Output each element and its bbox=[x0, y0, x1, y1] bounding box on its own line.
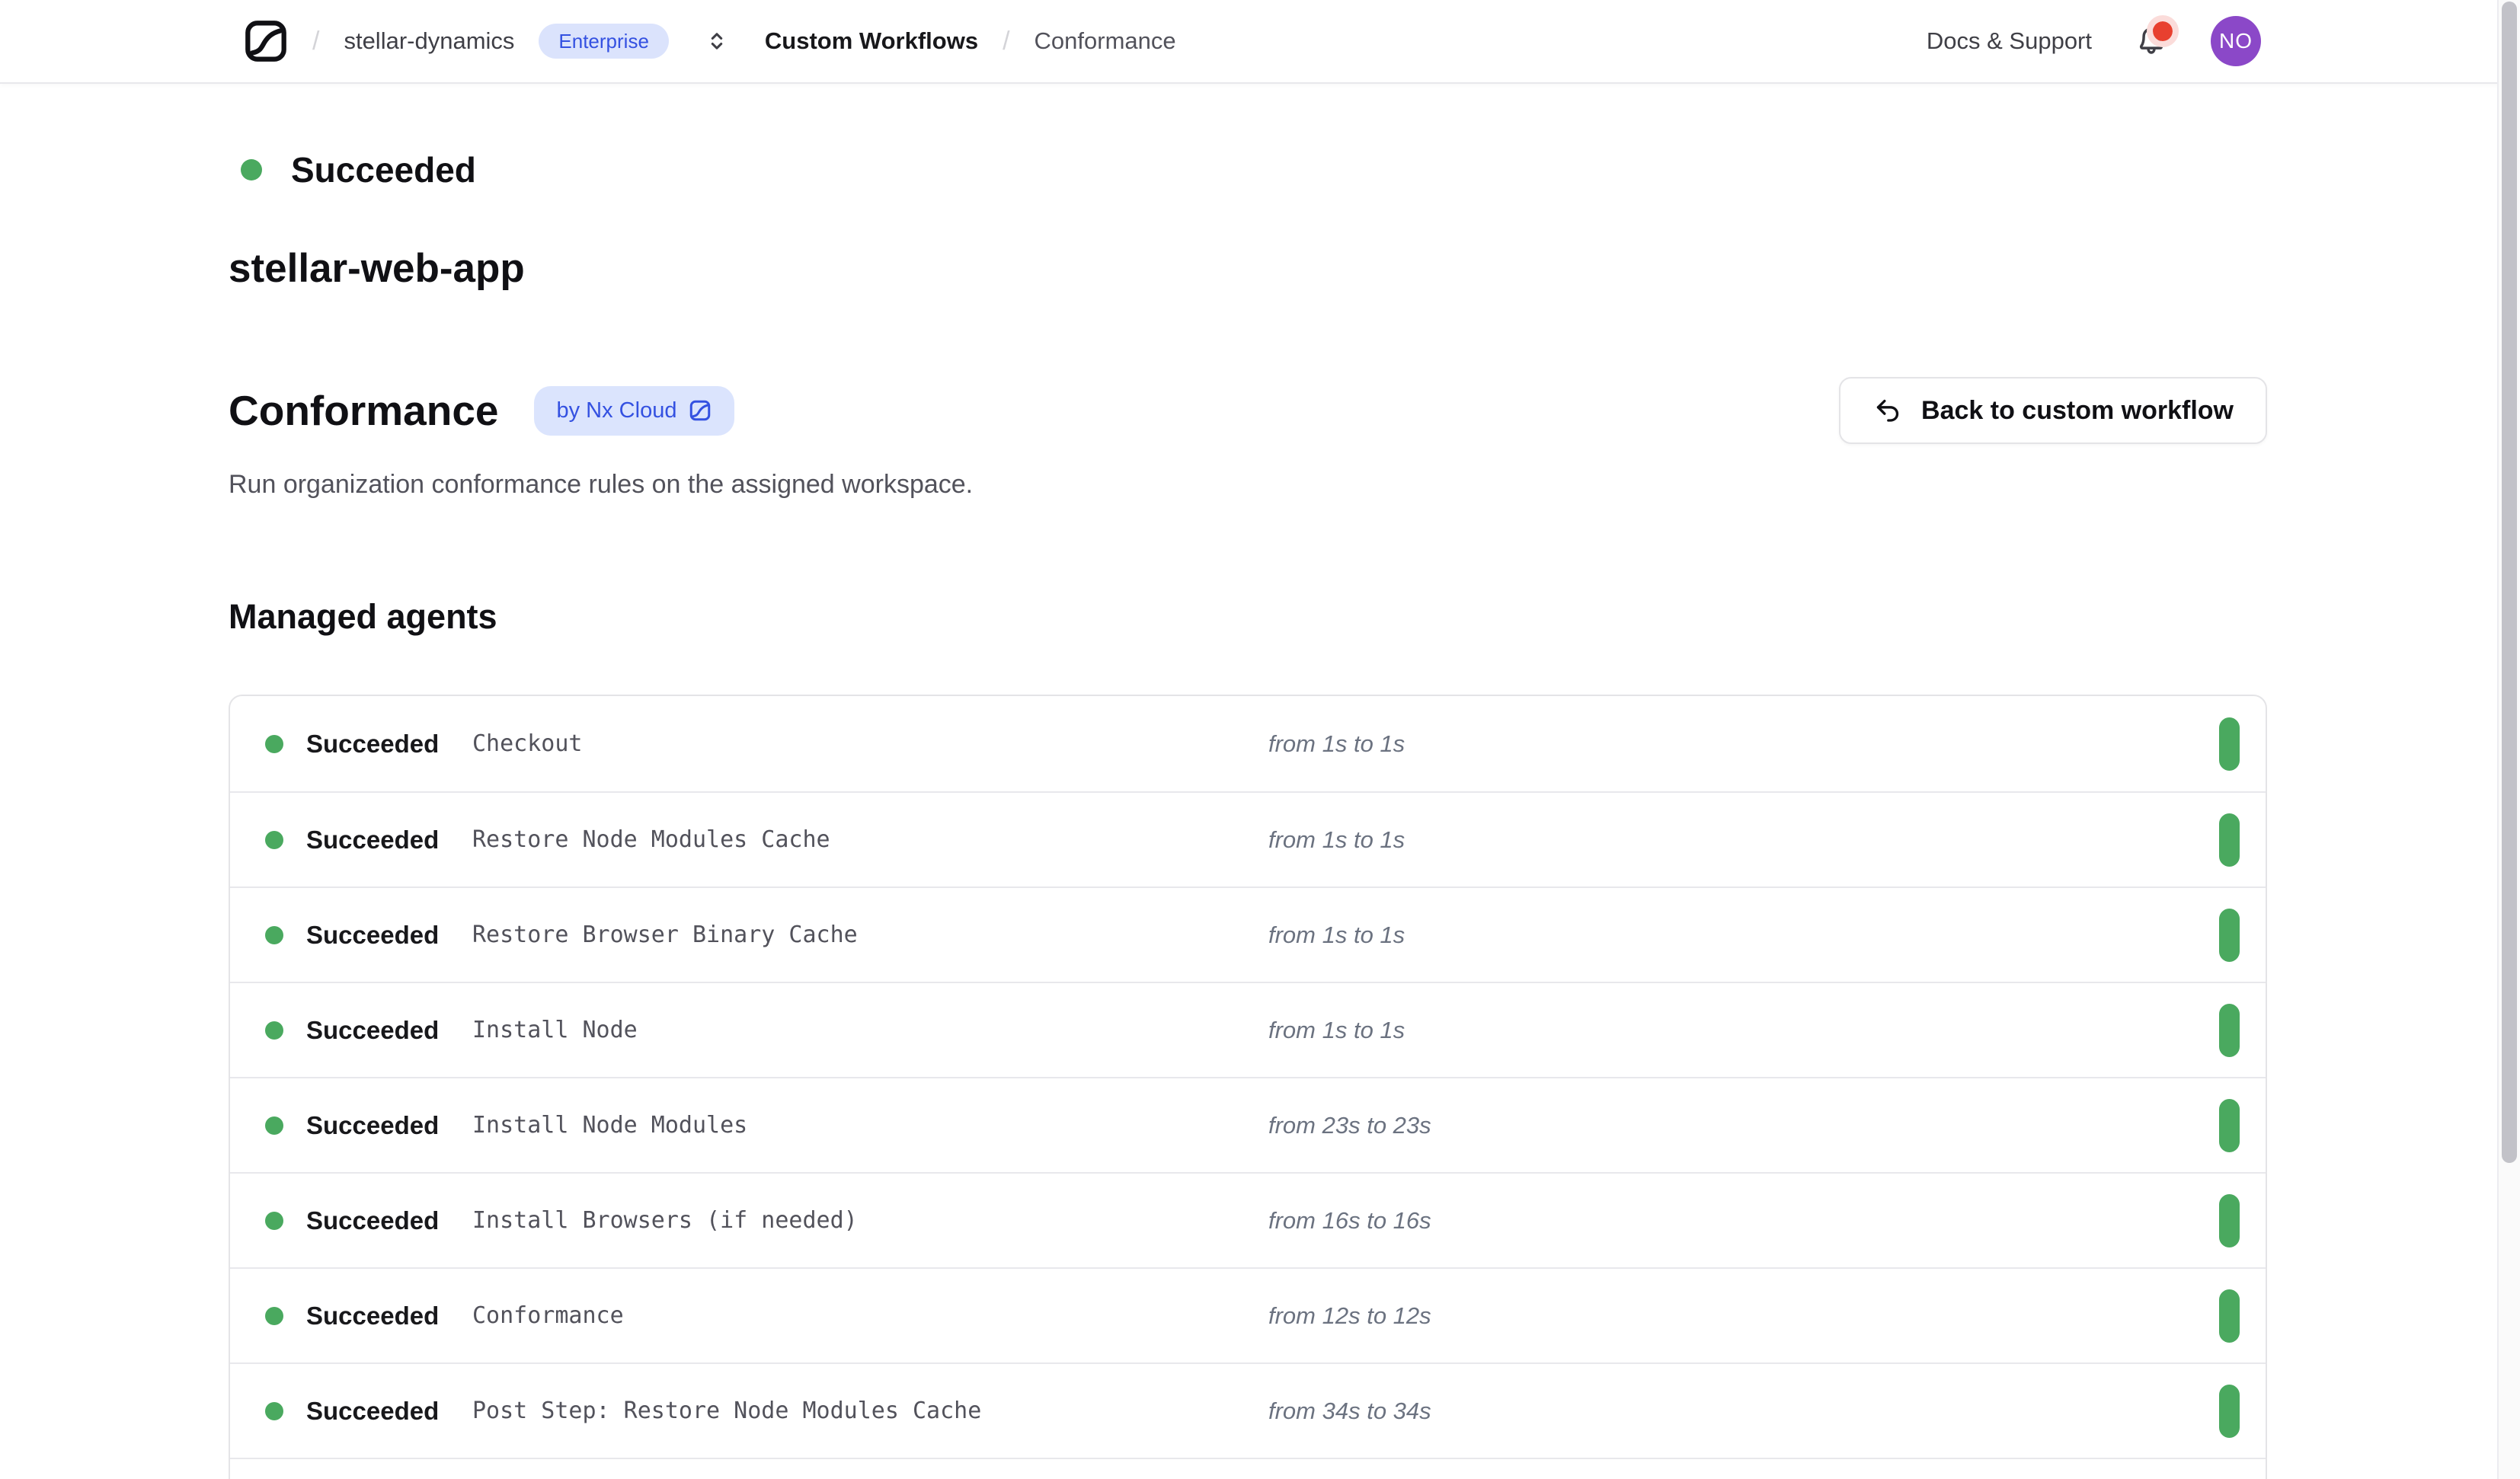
agent-step-row[interactable]: Succeeded Checkout from 1s to 1s bbox=[230, 696, 2266, 791]
enterprise-badge: Enterprise bbox=[539, 24, 669, 59]
agent-step-row[interactable]: Succeeded Post Step: Restore Node Module… bbox=[230, 1362, 2266, 1458]
page: / stellar-dynamics Enterprise Custom Wor… bbox=[0, 0, 2520, 1479]
breadcrumb: / stellar-dynamics Enterprise Custom Wor… bbox=[244, 19, 1176, 63]
agent-step-row[interactable]: Succeeded Install Node from 1s to 1s bbox=[230, 982, 2266, 1077]
row-timing: from 1s to 1s bbox=[1268, 922, 2219, 949]
row-success-dot bbox=[265, 1307, 283, 1325]
row-timing: from 23s to 23s bbox=[1268, 1112, 2219, 1139]
row-timing: from 1s to 1s bbox=[1268, 1017, 2219, 1044]
row-status: Succeeded bbox=[265, 1206, 472, 1235]
workflow-status: Succeeded bbox=[241, 149, 2267, 190]
row-duration-bar bbox=[2219, 1385, 2240, 1438]
row-duration-bar bbox=[2219, 1289, 2240, 1343]
by-nx-cloud-label: by Nx Cloud bbox=[557, 398, 677, 423]
row-success-dot bbox=[265, 735, 283, 753]
main-content: Succeeded stellar-web-app Conformance by… bbox=[0, 84, 2520, 1479]
row-duration-bar bbox=[2219, 1099, 2240, 1152]
row-status: Succeeded bbox=[265, 1016, 472, 1045]
agent-step-row[interactable]: Succeeded Install Node Modules from 23s … bbox=[230, 1077, 2266, 1172]
nx-cloud-logo-icon bbox=[244, 19, 288, 63]
row-timing: from 1s to 1s bbox=[1268, 826, 2219, 854]
notifications-button[interactable] bbox=[2135, 24, 2168, 58]
row-timing: from 16s to 16s bbox=[1268, 1207, 2219, 1235]
row-status: Succeeded bbox=[265, 730, 472, 759]
row-status-label: Succeeded bbox=[306, 826, 439, 854]
nx-cloud-mini-logo-icon bbox=[689, 399, 712, 422]
row-status: Succeeded bbox=[265, 826, 472, 854]
row-success-dot bbox=[265, 831, 283, 849]
status-success-dot bbox=[241, 159, 262, 180]
chevron-up-down-icon bbox=[704, 28, 730, 54]
row-status-label: Succeeded bbox=[306, 921, 439, 950]
org-switcher-button[interactable] bbox=[704, 28, 730, 54]
header-right: Docs & Support NO bbox=[1927, 16, 2465, 66]
row-status-label: Succeeded bbox=[306, 1397, 439, 1426]
row-timing: from 1s to 1s bbox=[1268, 730, 2219, 758]
scrollbar-thumb[interactable] bbox=[2502, 2, 2517, 1163]
back-to-custom-workflow-button[interactable]: Back to custom workflow bbox=[1839, 377, 2267, 444]
conformance-header-row: Conformance by Nx Cloud Back to custom w… bbox=[229, 377, 2267, 444]
row-status: Succeeded bbox=[265, 1397, 472, 1426]
row-task-name: Post Step: Restore Node Modules Cache bbox=[472, 1398, 1268, 1424]
section-description: Run organization conformance rules on th… bbox=[229, 470, 2267, 500]
row-success-dot bbox=[265, 1402, 283, 1420]
status-label: Succeeded bbox=[291, 149, 476, 190]
row-duration-bar bbox=[2219, 909, 2240, 962]
row-task-name: Install Node Modules bbox=[472, 1112, 1268, 1139]
conformance-title-group: Conformance by Nx Cloud bbox=[229, 386, 734, 436]
row-status-label: Succeeded bbox=[306, 1016, 439, 1045]
row-task-name: Restore Node Modules Cache bbox=[472, 826, 1268, 853]
nx-cloud-logo[interactable] bbox=[244, 19, 288, 63]
workspace-title: stellar-web-app bbox=[229, 245, 2267, 292]
section-title: Conformance bbox=[229, 386, 499, 435]
by-nx-cloud-badge[interactable]: by Nx Cloud bbox=[534, 386, 735, 436]
row-task-name: Install Browsers (if needed) bbox=[472, 1207, 1268, 1234]
breadcrumb-org[interactable]: stellar-dynamics bbox=[344, 27, 514, 55]
row-task-name: Checkout bbox=[472, 730, 1268, 757]
agent-step-row[interactable]: Succeeded Install Browsers (if needed) f… bbox=[230, 1172, 2266, 1267]
row-timing: from 12s to 12s bbox=[1268, 1302, 2219, 1330]
row-success-dot bbox=[265, 1116, 283, 1135]
agent-step-row[interactable]: Succeeded Conformance from 12s to 12s bbox=[230, 1267, 2266, 1362]
breadcrumb-custom-workflows[interactable]: Custom Workflows bbox=[765, 27, 978, 55]
agent-step-row[interactable]: Succeeded Restore Node Modules Cache fro… bbox=[230, 791, 2266, 886]
row-status: Succeeded bbox=[265, 1111, 472, 1140]
row-task-name: Restore Browser Binary Cache bbox=[472, 922, 1268, 948]
scrollbar-track[interactable] bbox=[2497, 0, 2520, 1479]
row-duration-bar bbox=[2219, 1004, 2240, 1057]
row-duration-bar bbox=[2219, 717, 2240, 771]
breadcrumb-separator: / bbox=[312, 27, 319, 56]
notification-dot bbox=[2147, 15, 2179, 47]
row-success-dot bbox=[265, 926, 283, 944]
return-arrow-icon bbox=[1872, 395, 1903, 426]
row-success-dot bbox=[265, 1212, 283, 1230]
agent-step-row[interactable]: Succeeded Post Step: Restore Browser Bin… bbox=[230, 1458, 2266, 1479]
row-duration-bar bbox=[2219, 1194, 2240, 1247]
row-status-label: Succeeded bbox=[306, 1302, 439, 1330]
managed-agents-heading: Managed agents bbox=[229, 597, 2267, 637]
row-status-label: Succeeded bbox=[306, 730, 439, 759]
row-task-name: Install Node bbox=[472, 1017, 1268, 1043]
agent-step-row[interactable]: Succeeded Restore Browser Binary Cache f… bbox=[230, 886, 2266, 982]
row-status-label: Succeeded bbox=[306, 1206, 439, 1235]
docs-support-link[interactable]: Docs & Support bbox=[1927, 27, 2092, 55]
breadcrumb-page: Conformance bbox=[1035, 27, 1176, 55]
row-timing: from 34s to 34s bbox=[1268, 1398, 2219, 1425]
row-task-name: Conformance bbox=[472, 1302, 1268, 1329]
row-status: Succeeded bbox=[265, 921, 472, 950]
row-duration-bar bbox=[2219, 813, 2240, 867]
row-success-dot bbox=[265, 1021, 283, 1040]
avatar[interactable]: NO bbox=[2211, 16, 2261, 66]
breadcrumb-separator: / bbox=[1003, 27, 1009, 56]
row-status: Succeeded bbox=[265, 1302, 472, 1330]
managed-agents-list: Succeeded Checkout from 1s to 1s Succeed… bbox=[229, 695, 2267, 1479]
row-status-label: Succeeded bbox=[306, 1111, 439, 1140]
top-header: / stellar-dynamics Enterprise Custom Wor… bbox=[0, 0, 2520, 84]
back-button-label: Back to custom workflow bbox=[1921, 396, 2234, 426]
